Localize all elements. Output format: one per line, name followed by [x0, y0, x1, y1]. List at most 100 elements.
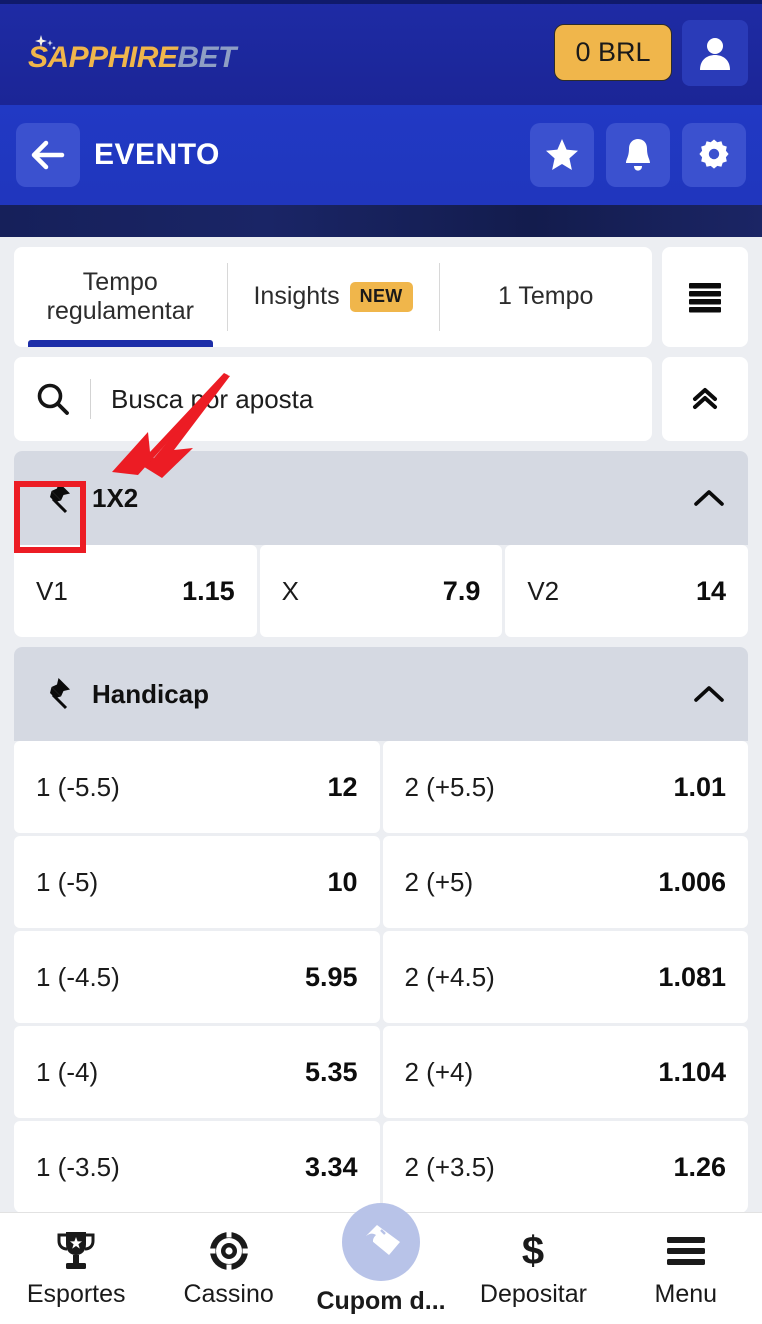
odds-button-v2[interactable]: V2 14: [505, 545, 748, 637]
market-header[interactable]: Handicap: [14, 647, 748, 741]
ticket-icon: [366, 1225, 401, 1255]
market-handicap: Handicap 1 (-5.5) 12 2 (+5.5) 1.01 1 (-5…: [14, 647, 748, 1212]
favorite-button[interactable]: [530, 123, 594, 187]
user-icon: [700, 37, 730, 70]
odds-label: 1 (-5): [36, 866, 99, 897]
odds-value: 1.081: [658, 961, 726, 992]
tab-label: Insights: [253, 282, 340, 311]
odds-value: 1.26: [673, 1151, 726, 1182]
brand-logo[interactable]: SAPPHIREBET: [14, 33, 236, 73]
market-1x2: 1X2 V1 1.15 X 7.9 V2 14: [14, 451, 748, 637]
tab-insights[interactable]: Insights NEW: [226, 247, 440, 347]
collapse-all-button[interactable]: [662, 357, 748, 441]
odds-value: 1.104: [658, 1056, 726, 1087]
odds-value: 1.01: [673, 771, 726, 802]
odds-label: X: [281, 575, 300, 606]
odds-value: 1.15: [182, 575, 235, 606]
back-button[interactable]: [16, 123, 80, 187]
brand-header: SAPPHIREBET 0 BRL: [0, 0, 762, 105]
event-content: Tempo regulamentar Insights NEW 1 Tempo: [0, 237, 762, 1212]
chevron-up-icon[interactable]: [692, 486, 726, 510]
odds-label: 1 (-5.5): [36, 771, 120, 802]
app-root: SAPPHIREBET 0 BRL EVENTO Tempo regulamen…: [0, 0, 762, 1324]
markets-menu-button[interactable]: [662, 247, 748, 347]
search-input[interactable]: [111, 383, 630, 415]
search-divider: [90, 379, 91, 419]
odds-value: 1.006: [658, 866, 726, 897]
search-bar[interactable]: [14, 357, 652, 441]
odds-row: V1 1.15 X 7.9 V2 14: [14, 545, 748, 637]
odds-label: 1 (-4.5): [36, 961, 120, 992]
nav-item-esportes[interactable]: Esportes: [0, 1228, 152, 1309]
odds-button[interactable]: 2 (+3.5) 1.26: [382, 1121, 748, 1212]
odds-value: 12: [327, 771, 358, 802]
nav-item-cupom[interactable]: Cupom d...: [305, 1203, 457, 1316]
odds-button[interactable]: 2 (+5) 1.006: [382, 836, 748, 928]
casino-chip-icon: [207, 1229, 251, 1273]
odds-value: 10: [327, 866, 358, 897]
odds-label: 2 (+3.5): [404, 1151, 495, 1182]
odds-value: 7.9: [442, 575, 481, 606]
tab-label: Tempo regulamentar: [46, 267, 194, 326]
odds-label: 2 (+5): [404, 866, 474, 897]
event-banner-strip: [0, 205, 762, 237]
odds-label: 2 (+5.5): [404, 771, 495, 802]
notifications-button[interactable]: [606, 123, 670, 187]
odds-button[interactable]: 1 (-5.5) 12: [14, 741, 380, 833]
pin-icon[interactable]: [34, 478, 74, 518]
odds-button[interactable]: 1 (-4) 5.35: [14, 1026, 380, 1118]
hamburger-icon: [689, 283, 721, 313]
odds-button[interactable]: 2 (+4) 1.104: [382, 1026, 748, 1118]
bell-icon: [626, 139, 650, 171]
odds-label: V1: [36, 575, 68, 606]
nav-icon-wrap: [207, 1228, 251, 1274]
brand-name-secondary: BET: [177, 40, 236, 74]
cupom-highlight-circle: [342, 1203, 421, 1281]
header-actions: 0 BRL: [554, 19, 748, 86]
arrow-left-icon: [31, 140, 65, 170]
nav-icon-wrap: [664, 1228, 708, 1274]
new-badge: NEW: [349, 282, 413, 312]
balance-button[interactable]: 0 BRL: [554, 24, 672, 81]
market-header[interactable]: 1X2: [14, 451, 748, 545]
odds-value: 5.35: [304, 1056, 358, 1087]
hamburger-icon: [666, 1237, 705, 1265]
odds-button[interactable]: 2 (+4.5) 1.081: [382, 931, 748, 1023]
odds-label: 2 (+4.5): [404, 961, 495, 992]
tab-tempo-regulamentar[interactable]: Tempo regulamentar: [14, 247, 227, 347]
odds-value: 3.34: [304, 1151, 358, 1182]
market-tabs-row: Tempo regulamentar Insights NEW 1 Tempo: [14, 247, 748, 347]
svg-text:$: $: [522, 1229, 544, 1273]
odds-label: 1 (-4): [36, 1056, 99, 1087]
settings-button[interactable]: [682, 123, 746, 187]
star-icon: [546, 139, 578, 170]
odds-value: 5.95: [304, 961, 358, 992]
odds-button[interactable]: 2 (+5.5) 1.01: [382, 741, 748, 833]
odds-button-v1[interactable]: V1 1.15: [14, 545, 257, 637]
odds-button[interactable]: 1 (-4.5) 5.95: [14, 931, 380, 1023]
search-icon: [37, 383, 69, 415]
handicap-row: 1 (-4) 5.35 2 (+4) 1.104: [14, 1026, 748, 1118]
nav-item-cassino[interactable]: Cassino: [152, 1228, 304, 1309]
odds-button[interactable]: 1 (-3.5) 3.34: [14, 1121, 380, 1212]
nav-item-menu[interactable]: Menu: [610, 1228, 762, 1309]
account-button[interactable]: [682, 19, 748, 86]
handicap-row: 1 (-3.5) 3.34 2 (+3.5) 1.26: [14, 1121, 748, 1212]
subnav-actions: [530, 123, 746, 187]
gear-icon: [699, 139, 729, 169]
tab-1-tempo[interactable]: 1 Tempo: [439, 247, 652, 347]
chevron-up-icon[interactable]: [692, 682, 726, 706]
handicap-row: 1 (-5) 10 2 (+5) 1.006: [14, 836, 748, 928]
nav-label: Cupom d...: [316, 1287, 446, 1315]
event-subnav: EVENTO: [0, 105, 762, 205]
trophy-icon: [57, 1232, 95, 1269]
nav-item-depositar[interactable]: $ Depositar: [457, 1228, 609, 1309]
odds-button[interactable]: 1 (-5) 10: [14, 836, 380, 928]
nav-icon-wrap: $: [517, 1228, 549, 1274]
odds-button-x[interactable]: X 7.9: [259, 545, 503, 637]
tab-label: 1 Tempo: [497, 282, 594, 311]
handicap-row: 1 (-4.5) 5.95 2 (+4.5) 1.081: [14, 931, 748, 1023]
odds-value: 14: [695, 575, 727, 606]
market-tabs: Tempo regulamentar Insights NEW 1 Tempo: [14, 247, 652, 347]
pin-icon[interactable]: [34, 674, 74, 714]
